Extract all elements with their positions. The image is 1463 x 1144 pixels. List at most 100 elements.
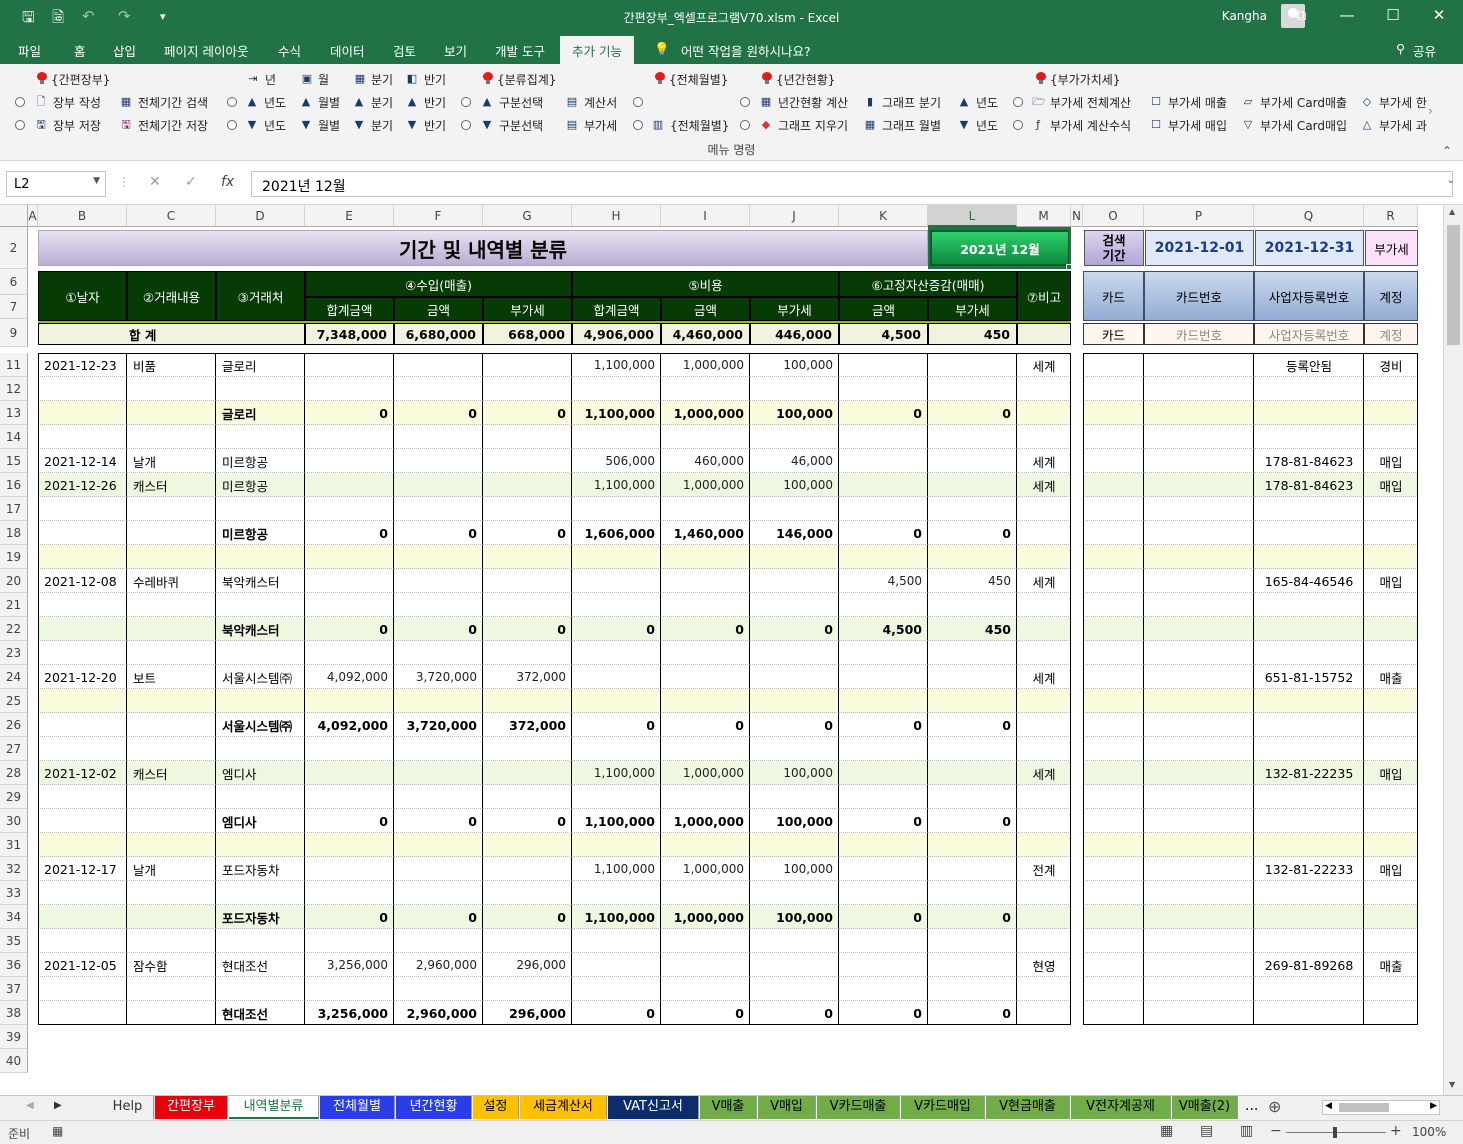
entry-right-p[interactable] xyxy=(1144,473,1254,497)
column-header-m[interactable]: M xyxy=(1017,205,1071,227)
subtotal-d[interactable]: 서울시스템㈜ xyxy=(216,713,305,737)
entry-j[interactable] xyxy=(750,665,839,689)
minimize-icon[interactable]: — xyxy=(1332,6,1362,24)
subtotal-k[interactable]: 0 xyxy=(839,905,928,929)
entry-i[interactable]: 1,000,000 xyxy=(661,473,750,497)
entry-b[interactable]: 2021-12-26 xyxy=(38,473,127,497)
entry-g[interactable] xyxy=(483,473,572,497)
entry-j[interactable]: 100,000 xyxy=(750,857,839,881)
entry-right-p[interactable] xyxy=(1144,1001,1254,1025)
row-header-36[interactable]: 36 xyxy=(0,953,28,977)
entry-d[interactable]: 현대조선 xyxy=(216,953,305,977)
entry-l[interactable]: 450 xyxy=(928,569,1017,593)
entry-right-o[interactable] xyxy=(1083,953,1144,977)
entry-g[interactable] xyxy=(483,857,572,881)
column-header-g[interactable]: G xyxy=(483,205,572,227)
close-icon[interactable]: ✕ xyxy=(1424,6,1454,24)
entry-f[interactable]: 3,720,000 xyxy=(394,665,483,689)
subtotal-k[interactable]: 0 xyxy=(839,401,928,425)
zoom-slider-thumb[interactable] xyxy=(1333,1127,1337,1138)
subtotal-c[interactable] xyxy=(127,521,216,545)
row-header-15[interactable]: 15 xyxy=(0,449,28,473)
entry-h[interactable]: 1,100,000 xyxy=(572,473,661,497)
subtotal-g[interactable]: 296,000 xyxy=(483,1001,572,1025)
entry-m[interactable]: 세계 xyxy=(1017,353,1071,377)
entry-right-o[interactable] xyxy=(1083,473,1144,497)
entry-f[interactable] xyxy=(394,473,483,497)
subtotal-l[interactable]: 0 xyxy=(928,713,1017,737)
entry-k[interactable] xyxy=(839,857,928,881)
btn-graph-year-down[interactable]: 년도 xyxy=(976,117,998,134)
subtotal-h[interactable]: 0 xyxy=(572,713,661,737)
btn-quarter-up[interactable]: 분기 xyxy=(371,94,393,111)
entry-c[interactable]: 캐스터 xyxy=(127,761,216,785)
btn-category-up[interactable]: 구분선택 xyxy=(499,94,543,111)
row-header-7[interactable]: 7 xyxy=(0,295,28,319)
row-header-25[interactable]: 25 xyxy=(0,689,28,713)
entry-l[interactable] xyxy=(928,353,1017,377)
entry-m[interactable]: 세계 xyxy=(1017,449,1071,473)
subtotal-g[interactable]: 0 xyxy=(483,809,572,833)
sheet-tab-1[interactable]: 간편장부 xyxy=(155,1096,228,1119)
entry-right-q[interactable]: 269-81-89268 xyxy=(1254,953,1364,977)
row-header-14[interactable]: 14 xyxy=(0,425,28,449)
formula-input[interactable]: 2021년 12월 xyxy=(251,171,1453,197)
entry-i[interactable]: 1,000,000 xyxy=(661,761,750,785)
entry-k[interactable] xyxy=(839,953,928,977)
scroll-thumb[interactable] xyxy=(1447,225,1460,345)
subtotal-m[interactable] xyxy=(1017,1001,1071,1025)
btn-vat-sales[interactable]: 부가세 매출 xyxy=(1168,94,1227,111)
row-header-21[interactable]: 21 xyxy=(0,593,28,617)
entry-j[interactable]: 100,000 xyxy=(750,353,839,377)
subtotal-e[interactable]: 0 xyxy=(305,905,394,929)
maximize-icon[interactable]: ☐ xyxy=(1378,6,1408,24)
subtotal-d[interactable]: 포드자동차 xyxy=(216,905,305,929)
add-sheet-icon[interactable]: ⊕ xyxy=(1268,1097,1281,1116)
entry-right-p[interactable] xyxy=(1144,665,1254,689)
subtotal-c[interactable] xyxy=(127,1001,216,1025)
subtotal-i[interactable]: 1,460,000 xyxy=(661,521,750,545)
entry-j[interactable] xyxy=(750,569,839,593)
entry-f[interactable] xyxy=(394,857,483,881)
entry-right-r[interactable] xyxy=(1364,713,1418,737)
btn-yearly-calc[interactable]: 년간현황 계산 xyxy=(778,94,848,111)
column-header-h[interactable]: H xyxy=(572,205,661,227)
btn-graph-clear[interactable]: 그래프 지우기 xyxy=(778,117,848,134)
entry-h[interactable] xyxy=(572,665,661,689)
entry-m[interactable]: 현영 xyxy=(1017,953,1071,977)
entry-j[interactable]: 100,000 xyxy=(750,473,839,497)
column-header-a[interactable]: A xyxy=(28,205,38,227)
subtotal-g[interactable]: 372,000 xyxy=(483,713,572,737)
entry-right-q[interactable]: 165-84-46546 xyxy=(1254,569,1364,593)
tab-review[interactable]: 검토 xyxy=(393,41,416,60)
entry-l[interactable] xyxy=(928,761,1017,785)
subtotal-b[interactable] xyxy=(38,713,127,737)
subtotal-l[interactable]: 0 xyxy=(928,521,1017,545)
tab-prev-icon[interactable]: ◀ xyxy=(26,1100,34,1111)
search-start-date[interactable]: 2021-12-01 xyxy=(1145,230,1254,266)
entry-b[interactable]: 2021-12-17 xyxy=(38,857,127,881)
subtotal-m[interactable] xyxy=(1017,713,1071,737)
entry-right-r[interactable]: 경비 xyxy=(1364,353,1418,377)
column-header-j[interactable]: J xyxy=(750,205,839,227)
ribbon-scroll-right-icon[interactable]: › xyxy=(1428,104,1433,118)
entry-c[interactable]: 보트 xyxy=(127,665,216,689)
entry-c[interactable]: 날개 xyxy=(127,857,216,881)
entry-g[interactable] xyxy=(483,761,572,785)
radio[interactable] xyxy=(461,97,471,107)
entry-d[interactable]: 서울시스템㈜ xyxy=(216,665,305,689)
entry-k[interactable] xyxy=(839,473,928,497)
btn-half[interactable]: 반기 xyxy=(424,71,446,88)
sheet-tab-10[interactable]: V카드매출 xyxy=(817,1096,900,1119)
entry-f[interactable] xyxy=(394,569,483,593)
entry-l[interactable] xyxy=(928,449,1017,473)
entry-right-o[interactable] xyxy=(1083,521,1144,545)
radio[interactable] xyxy=(633,120,643,130)
subtotal-g[interactable]: 0 xyxy=(483,905,572,929)
subtotal-m[interactable] xyxy=(1017,809,1071,833)
zoom-level[interactable]: 100% xyxy=(1412,1125,1446,1139)
subtotal-b[interactable] xyxy=(38,809,127,833)
entry-right-q[interactable]: 178-81-84623 xyxy=(1254,473,1364,497)
entry-d[interactable]: 엠디사 xyxy=(216,761,305,785)
row-header-29[interactable]: 29 xyxy=(0,785,28,809)
